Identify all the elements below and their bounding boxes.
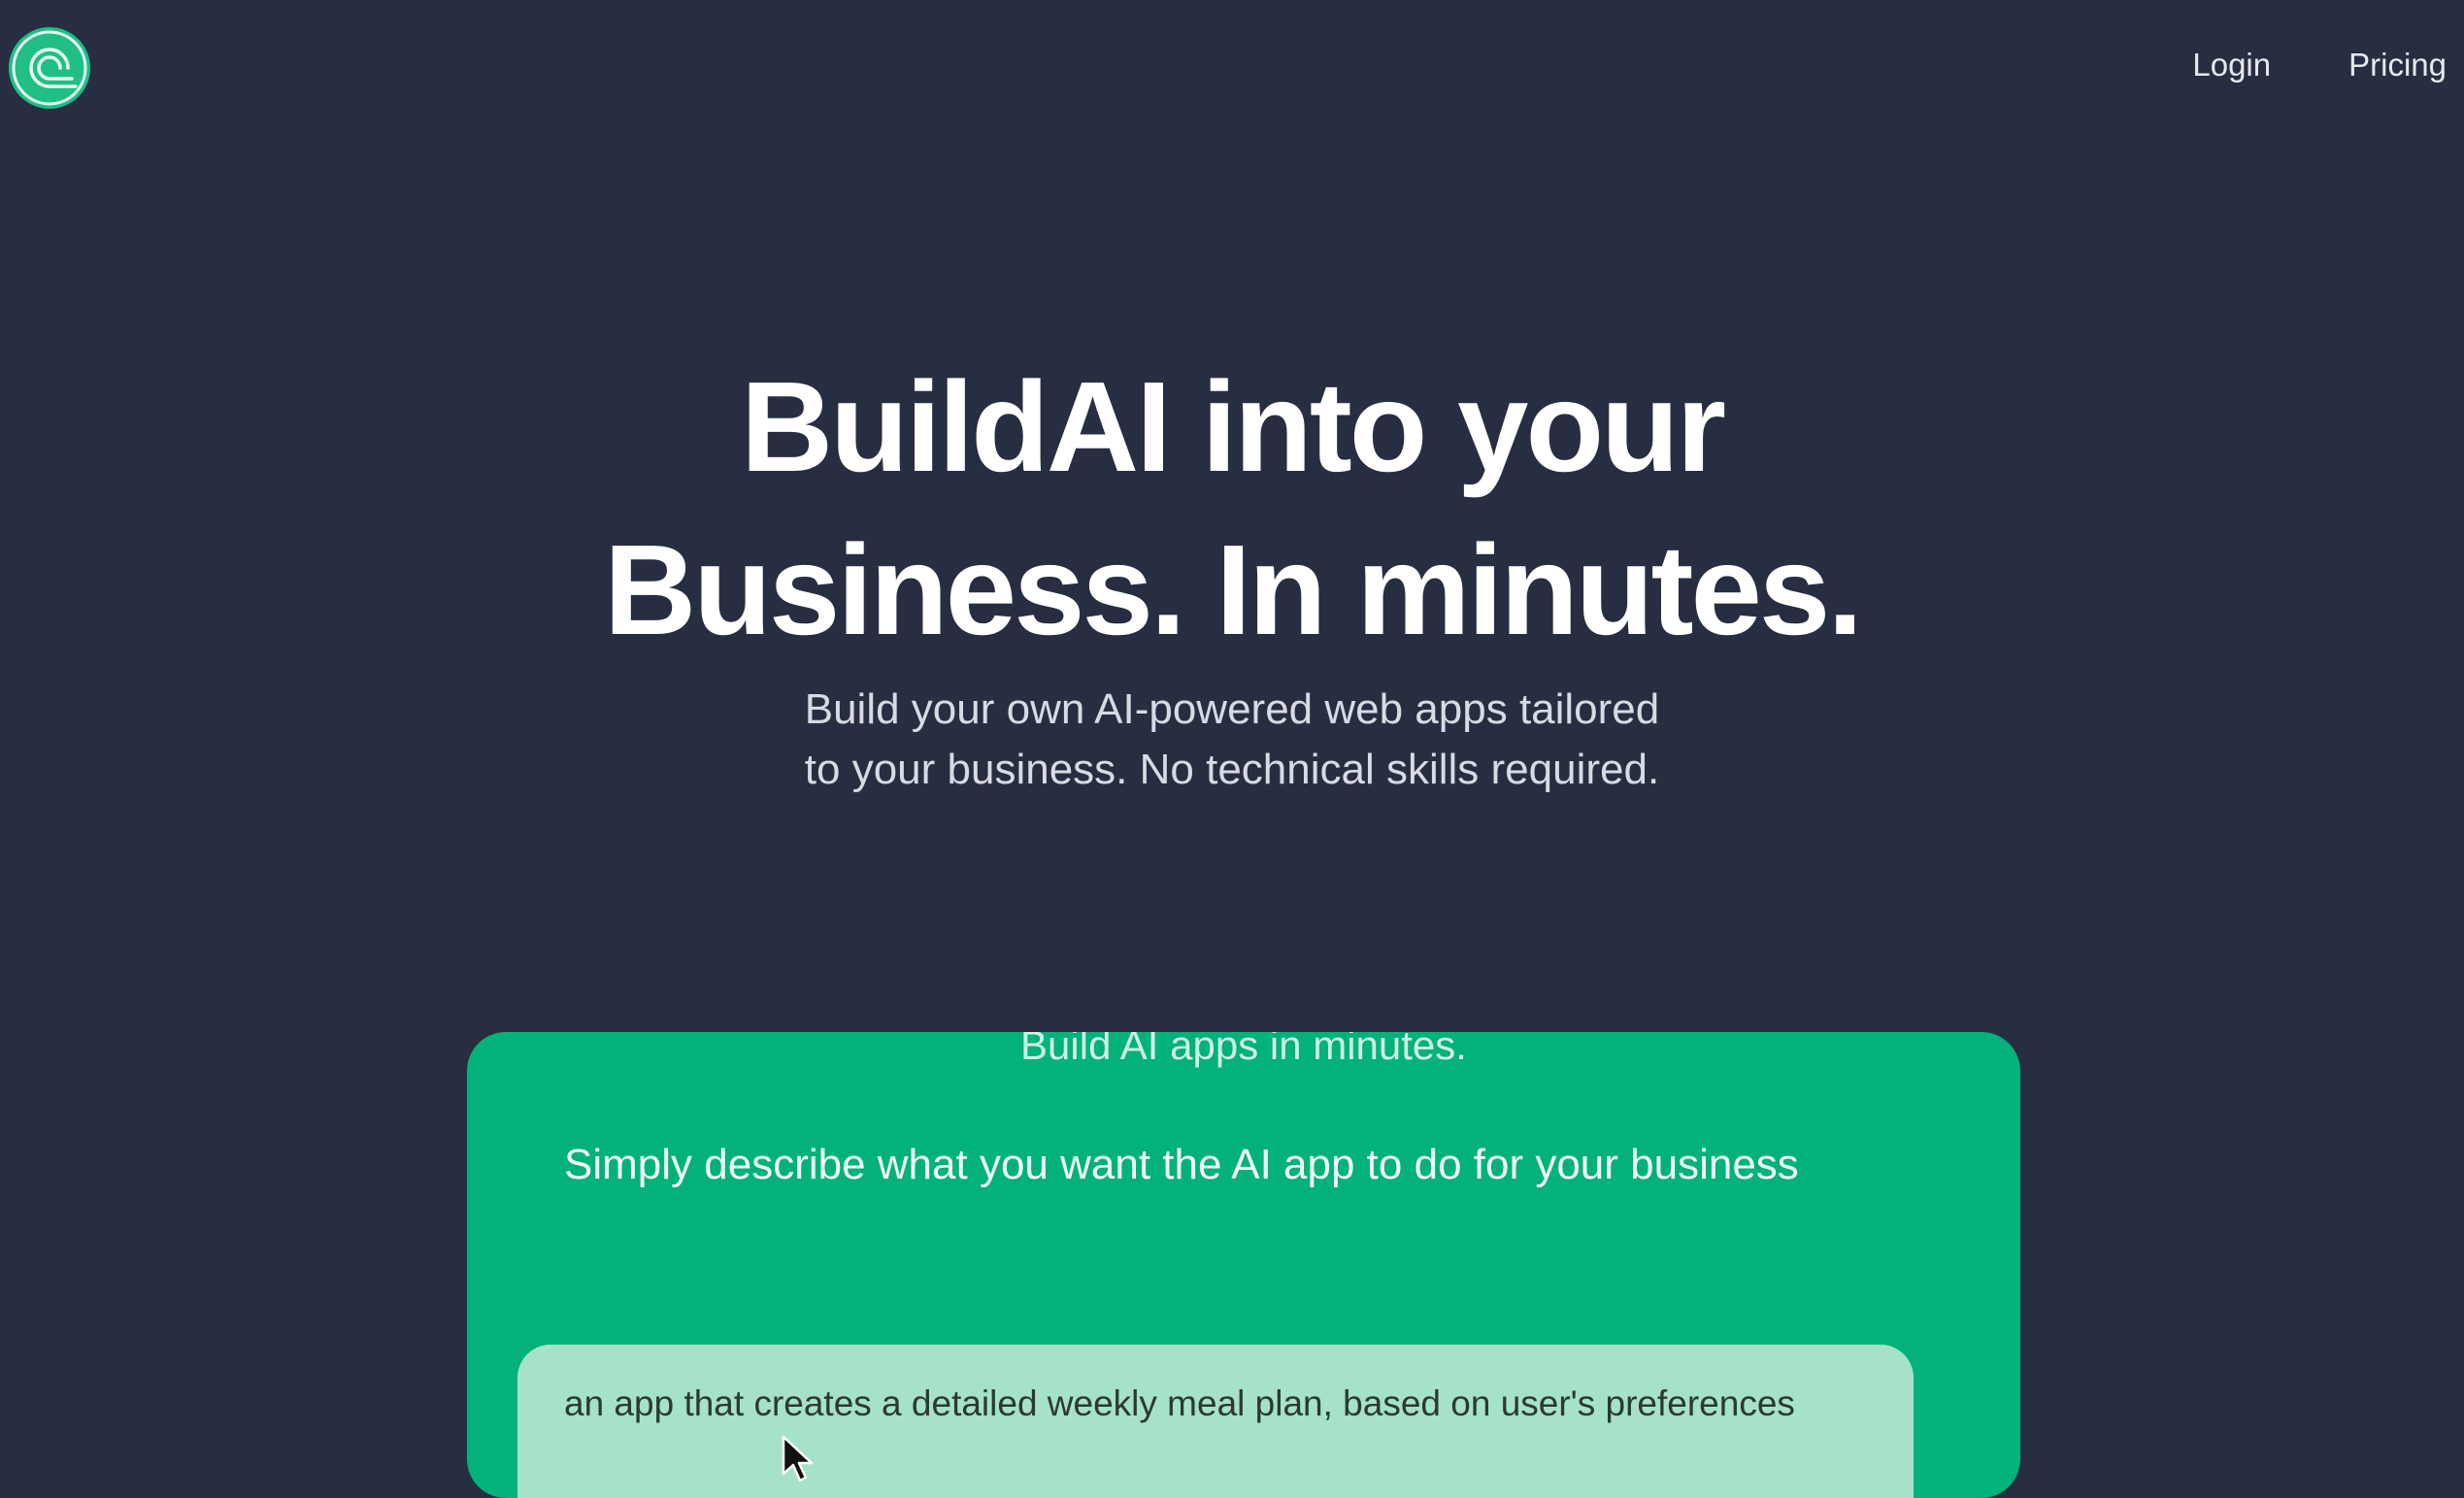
logo-icon[interactable]	[8, 26, 91, 110]
subtitle-line-2: to your business. No technical skills re…	[804, 746, 1660, 793]
mouse-cursor-icon	[782, 1435, 814, 1482]
hero-headline: BuildAI into your Business. In minutes.	[0, 346, 2464, 672]
hero-subtitle: Build your own AI-powered web apps tailo…	[0, 680, 2464, 800]
pricing-link[interactable]: Pricing	[2348, 47, 2447, 83]
headline-line-2: Business. In minutes.	[604, 518, 1863, 661]
demo-video-card: Build AI apps in minutes. Simply describ…	[467, 1032, 2020, 1498]
headline-line-1: BuildAI into your	[740, 355, 1726, 498]
demo-instruction-text: Simply describe what you want the AI app…	[564, 1141, 1799, 1188]
top-nav: Login Pricing	[2192, 47, 2447, 83]
login-link[interactable]: Login	[2192, 47, 2271, 83]
demo-top-caption: Build AI apps in minutes.	[1020, 1032, 1467, 1068]
subtitle-line-1: Build your own AI-powered web apps tailo…	[804, 685, 1660, 733]
demo-prompt-input[interactable]: an app that creates a detailed weekly me…	[517, 1345, 1914, 1498]
